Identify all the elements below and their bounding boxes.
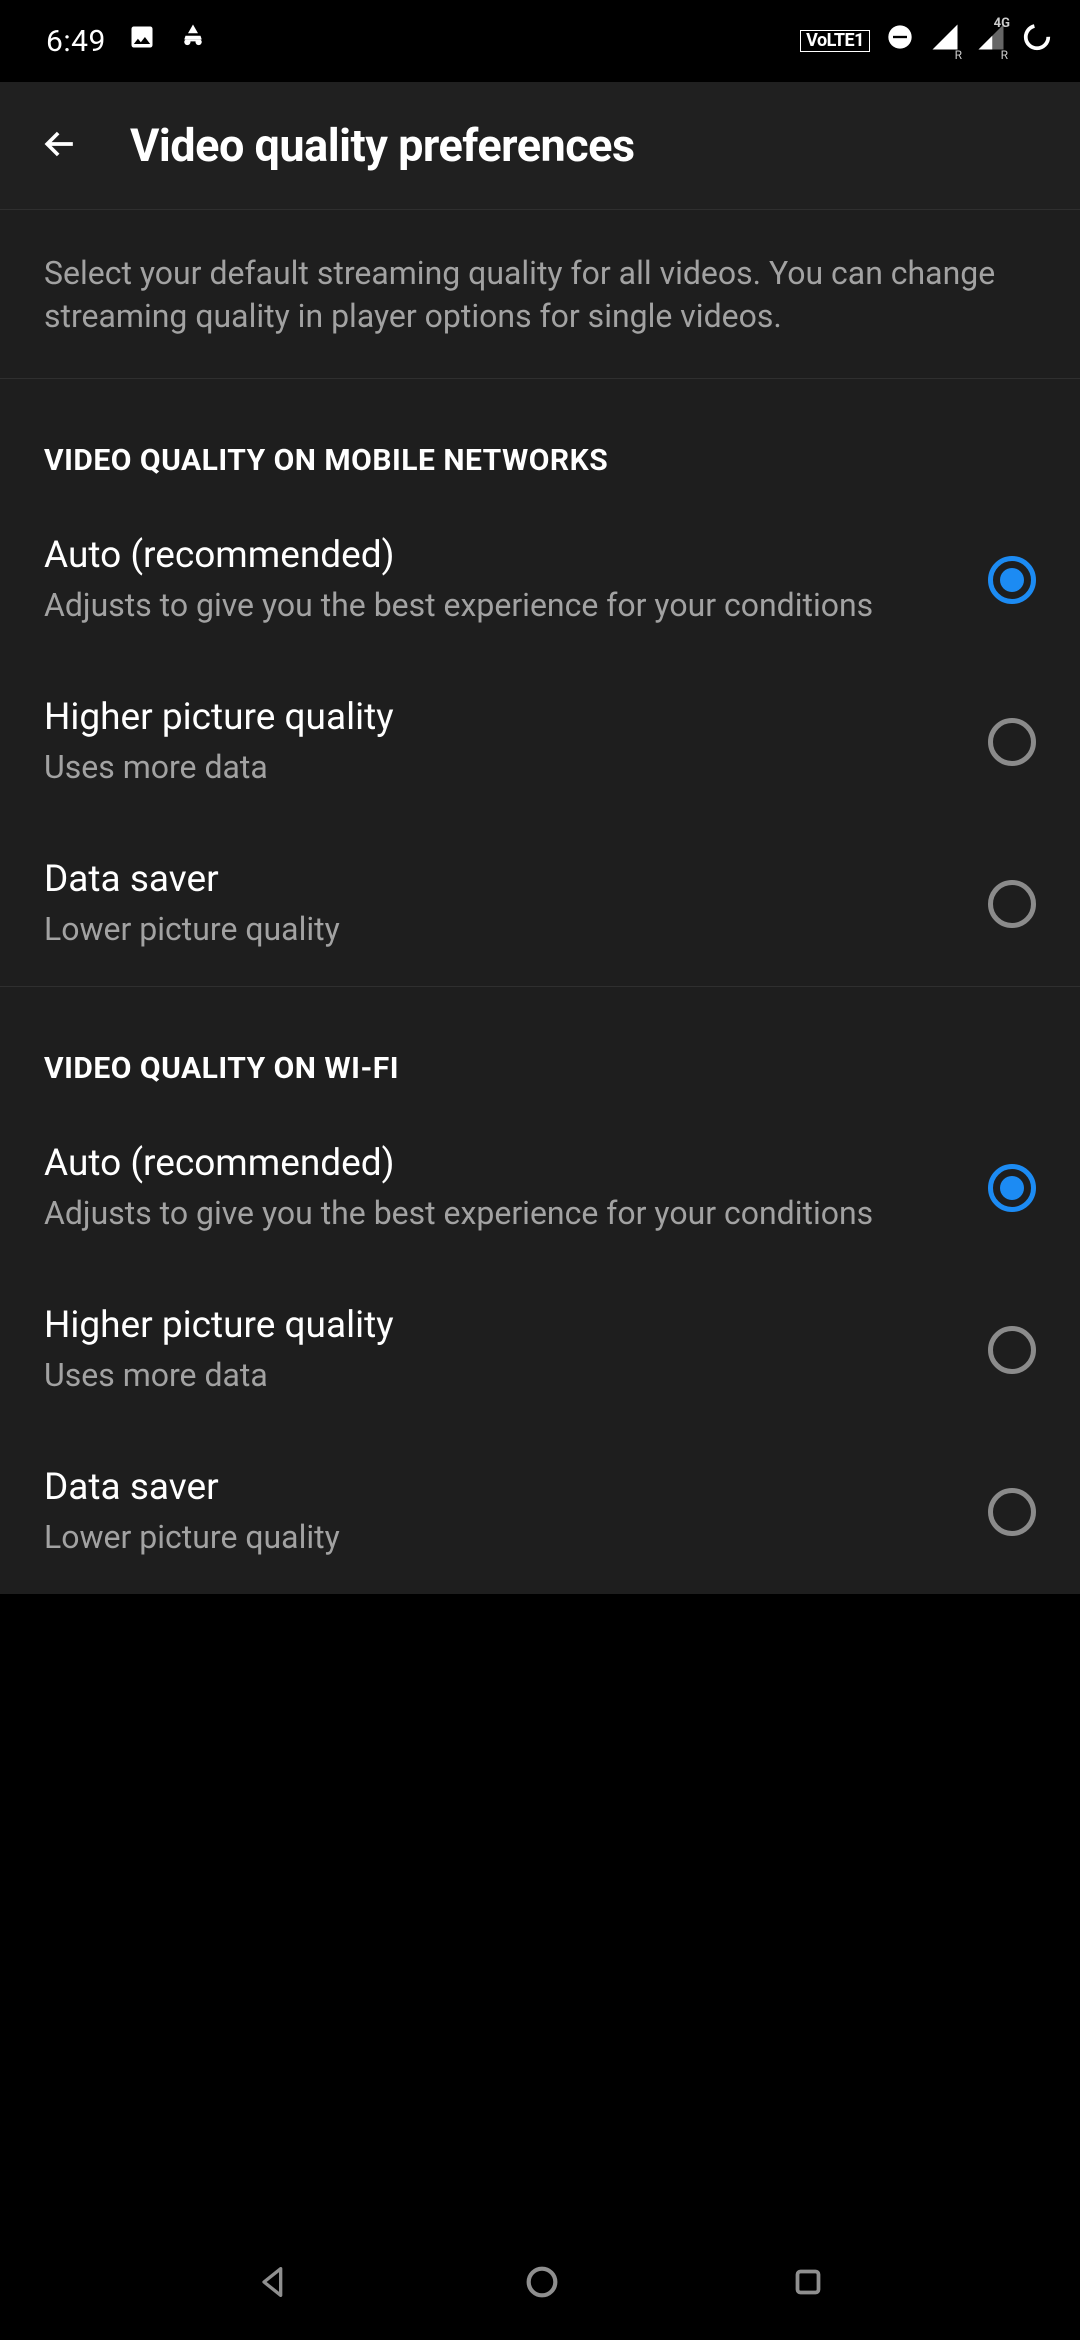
image-icon bbox=[128, 23, 156, 59]
option-title: Data saver bbox=[44, 1466, 964, 1510]
option-title: Higher picture quality bbox=[44, 1304, 964, 1348]
nav-recent-icon[interactable] bbox=[790, 2264, 826, 2304]
option-wifi-higher[interactable]: Higher picture quality Uses more data bbox=[0, 1270, 1080, 1432]
section-header-mobile: VIDEO QUALITY ON MOBILE NETWORKS bbox=[0, 379, 1080, 500]
radio-button-icon[interactable] bbox=[988, 880, 1036, 928]
signal-1-icon: R bbox=[930, 22, 960, 60]
radio-button-icon[interactable] bbox=[988, 1326, 1036, 1374]
radio-button-icon[interactable] bbox=[988, 718, 1036, 766]
section-header-wifi: VIDEO QUALITY ON WI-FI bbox=[0, 987, 1080, 1108]
option-subtitle: Adjusts to give you the best experience … bbox=[44, 585, 964, 627]
section-wifi: VIDEO QUALITY ON WI-FI Auto (recommended… bbox=[0, 987, 1080, 1594]
section-mobile: VIDEO QUALITY ON MOBILE NETWORKS Auto (r… bbox=[0, 379, 1080, 986]
status-bar: 6:49 VoLTE1 R 4G R bbox=[0, 0, 1080, 82]
loading-spinner-icon bbox=[1022, 22, 1052, 60]
option-title: Auto (recommended) bbox=[44, 534, 964, 578]
incognito-icon bbox=[178, 22, 208, 60]
radio-button-icon[interactable] bbox=[988, 1488, 1036, 1536]
option-title: Auto (recommended) bbox=[44, 1142, 964, 1186]
page-title: Video quality preferences bbox=[130, 119, 635, 172]
do-not-disturb-icon bbox=[886, 23, 914, 59]
option-mobile-saver[interactable]: Data saver Lower picture quality bbox=[0, 824, 1080, 986]
navigation-bar bbox=[0, 2228, 1080, 2340]
option-title: Data saver bbox=[44, 858, 964, 902]
option-subtitle: Lower picture quality bbox=[44, 909, 964, 951]
option-mobile-higher[interactable]: Higher picture quality Uses more data bbox=[0, 662, 1080, 824]
back-arrow-icon[interactable] bbox=[38, 122, 82, 170]
content-area: Select your default streaming quality fo… bbox=[0, 209, 1080, 1594]
option-wifi-saver[interactable]: Data saver Lower picture quality bbox=[0, 1432, 1080, 1594]
signal-2-icon: 4G R bbox=[976, 22, 1006, 60]
option-mobile-auto[interactable]: Auto (recommended) Adjusts to give you t… bbox=[0, 500, 1080, 662]
option-title: Higher picture quality bbox=[44, 696, 964, 740]
option-subtitle: Uses more data bbox=[44, 1355, 964, 1397]
intro-text: Select your default streaming quality fo… bbox=[0, 209, 1080, 379]
option-subtitle: Lower picture quality bbox=[44, 1517, 964, 1559]
option-subtitle: Uses more data bbox=[44, 747, 964, 789]
nav-home-icon[interactable] bbox=[522, 2262, 562, 2306]
status-clock: 6:49 bbox=[46, 24, 106, 59]
option-subtitle: Adjusts to give you the best experience … bbox=[44, 1193, 964, 1235]
radio-button-icon[interactable] bbox=[988, 1164, 1036, 1212]
nav-back-icon[interactable] bbox=[254, 2262, 294, 2306]
app-bar: Video quality preferences bbox=[0, 82, 1080, 209]
option-wifi-auto[interactable]: Auto (recommended) Adjusts to give you t… bbox=[0, 1108, 1080, 1270]
radio-button-icon[interactable] bbox=[988, 556, 1036, 604]
volte-icon: VoLTE1 bbox=[800, 30, 870, 52]
